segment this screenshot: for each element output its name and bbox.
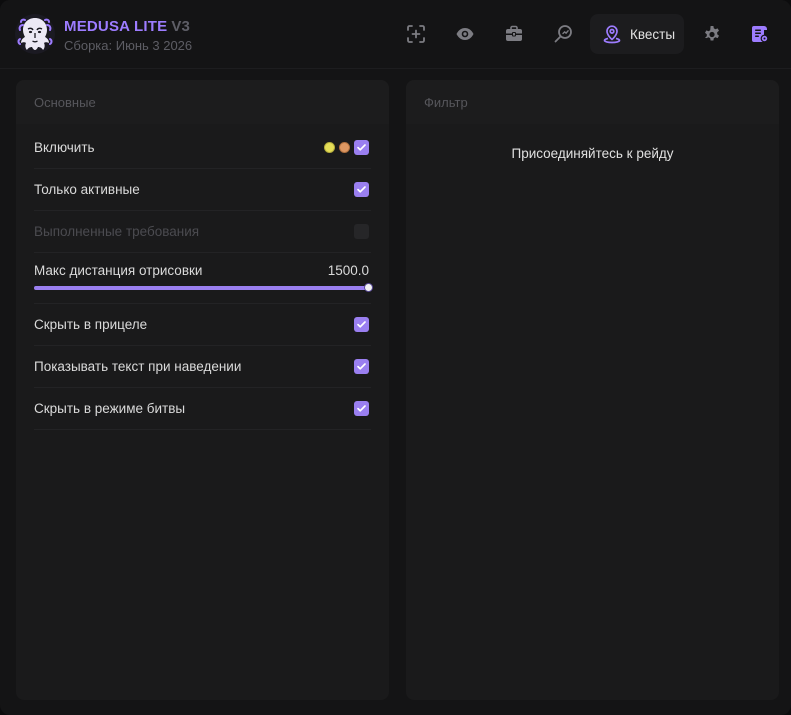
nav-visibility-button[interactable] (445, 14, 485, 54)
setting-hide-in-battle-row: Скрыть в режиме битвы (34, 388, 371, 430)
app-version: V3 (171, 18, 191, 35)
setting-label: Выполненные требования (34, 224, 200, 239)
join-raid-message: Присоединяйтесь к рейду (511, 146, 674, 161)
build-info: Сборка: Июнь 3 2026 (64, 38, 193, 53)
setting-label: Показывать текст при наведении (34, 359, 242, 374)
nav-settings-button[interactable] (692, 14, 732, 54)
hide-in-battle-checkbox[interactable] (354, 401, 369, 416)
crosshair-add-icon (407, 25, 425, 43)
app-name: MEDUSA LITE (64, 18, 168, 35)
setting-active-only-row: Только активные (34, 169, 371, 211)
checkmark-icon (357, 321, 366, 328)
panel-title: Фильтр (406, 80, 779, 124)
header: MEDUSA LITE V3 Сборка: Июнь 3 2026 Квест… (0, 0, 791, 69)
panel-title: Основные (16, 80, 389, 124)
render-distance-slider[interactable] (34, 283, 373, 292)
script-icon (752, 26, 769, 43)
checkmark-icon (357, 144, 366, 151)
setting-hover-text-row: Показывать текст при наведении (34, 346, 371, 388)
map-pin-icon (603, 25, 621, 44)
eye-icon (456, 28, 474, 40)
orange-color-swatch[interactable] (339, 142, 350, 153)
hover-text-checkbox[interactable] (354, 359, 369, 374)
active-only-checkbox[interactable] (354, 182, 369, 197)
render-distance-slider-row: Макс дистанция отрисовки 1500.0 (34, 253, 373, 304)
setting-enable-row: Включить (34, 127, 371, 169)
slider-thumb[interactable] (364, 283, 373, 292)
gear-icon (705, 26, 719, 41)
setting-label: Включить (34, 140, 95, 155)
yellow-color-swatch[interactable] (324, 142, 335, 153)
setting-label: Скрыть в прицеле (34, 317, 148, 332)
nav-loot-button[interactable] (494, 14, 534, 54)
nav-search-button[interactable] (543, 14, 583, 54)
setting-label: Только активные (34, 182, 140, 197)
slider-label: Макс дистанция отрисовки (34, 263, 203, 278)
completed-requirements-checkbox[interactable] (354, 224, 369, 239)
nav-crosshair-button[interactable] (396, 14, 436, 54)
app-title: MEDUSA LITE V3 (64, 18, 190, 35)
search-radar-icon (554, 25, 572, 43)
nav-quests-button[interactable]: Квесты (590, 14, 684, 54)
checkmark-icon (357, 186, 366, 193)
medusa-logo (15, 14, 55, 54)
nav-script-button[interactable] (740, 14, 780, 54)
setting-completed-requirements-row: Выполненные требования (34, 211, 371, 253)
hide-in-scope-checkbox[interactable] (354, 317, 369, 332)
setting-label: Скрыть в режиме битвы (34, 401, 186, 416)
setting-hide-in-scope-row: Скрыть в прицеле (34, 304, 371, 346)
enable-checkbox[interactable] (354, 140, 369, 155)
app-window: MEDUSA LITE V3 Сборка: Июнь 3 2026 Квест… (0, 0, 791, 715)
nav-quests-label: Квесты (630, 26, 676, 42)
briefcase-icon (506, 25, 522, 41)
slider-fill (34, 286, 369, 290)
checkmark-icon (357, 405, 366, 412)
filter-panel: Фильтр Присоединяйтесь к рейду (406, 80, 779, 700)
checkmark-icon (357, 363, 366, 370)
main-settings-panel: Основные Включить Только активные Выполн… (16, 80, 389, 700)
slider-value: 1500.0 (327, 263, 369, 278)
